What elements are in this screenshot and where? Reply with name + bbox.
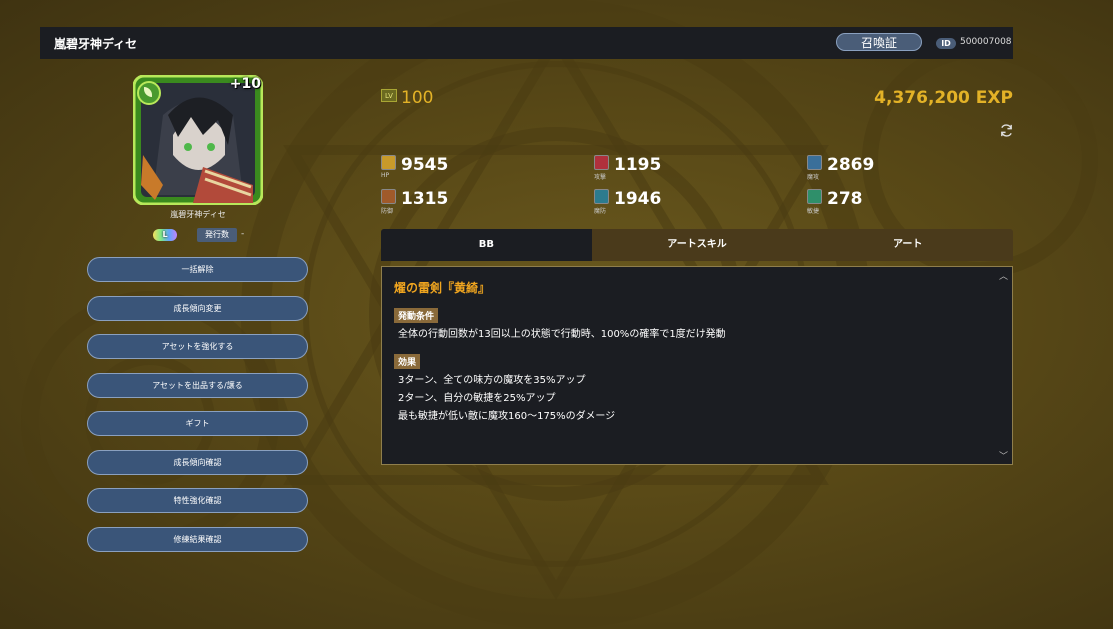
id-value: 500007008 [960, 37, 1012, 47]
change-growth-button[interactable]: 成長傾向変更 [87, 295, 308, 321]
tab-bb[interactable]: BB [381, 229, 592, 261]
tab-art-skill[interactable]: アートスキル [592, 229, 803, 261]
effect-line: 最も敏捷が低い敵に魔攻160～175%のダメージ [398, 411, 616, 422]
scroll-down-icon[interactable]: ﹀ [999, 449, 1008, 462]
stat-def: 防御 1315 [381, 189, 571, 221]
rarity-badge: L [153, 229, 177, 241]
effect-tag: 効果 [394, 354, 421, 369]
stat-atk: 攻撃 1195 [594, 155, 784, 187]
boot-icon [807, 189, 822, 204]
check-trait-button[interactable]: 特性強化確認 [87, 488, 308, 513]
unit-portrait[interactable]: +10 [132, 74, 264, 206]
refresh-icon[interactable] [999, 123, 1014, 138]
summon-certificate-button[interactable]: 召喚証 [836, 33, 922, 51]
stat-agi: 敏捷 278 [807, 189, 997, 221]
magic-shield-icon [594, 189, 609, 204]
issue-count-label: 発行数 [197, 228, 237, 242]
unit-name-label: 嵐碧牙神ディセ [170, 210, 226, 219]
tab-art[interactable]: アート [802, 229, 1013, 261]
effect-line: 3ターン、全ての味方の魔攻を35%アップ [398, 375, 586, 386]
stat-matk: 魔攻 2869 [807, 155, 997, 187]
skill-title: 燿の雷剣『黄綺』 [394, 281, 491, 295]
id-badge: ID [936, 38, 956, 49]
scroll-up-icon[interactable]: ︿ [999, 269, 1008, 282]
sword-icon [594, 155, 609, 170]
exp-value: 4,376,200 EXP [874, 88, 1013, 108]
hp-icon [381, 155, 396, 170]
gift-button[interactable]: ギフト [87, 411, 308, 436]
stat-value: 1946 [614, 189, 662, 209]
stat-value: 1195 [614, 155, 662, 175]
enhance-asset-button[interactable]: アセットを強化する [87, 334, 308, 359]
plus-level-badge: +10 [229, 76, 261, 92]
stat-mdef: 魔防 1946 [594, 189, 784, 221]
stat-value: 278 [827, 189, 863, 209]
level-value: 100 [401, 88, 434, 108]
header-unit-name: 嵐碧牙神ディセ [54, 36, 138, 51]
skill-tabs: BB アートスキル アート [381, 229, 1013, 261]
check-growth-button[interactable]: 成長傾向確認 [87, 449, 308, 475]
level-icon: LV [381, 89, 397, 102]
stat-hp: HP 9545 [381, 155, 571, 187]
skill-panel[interactable]: ︿ 燿の雷剣『黄綺』 発動条件 全体の行動回数が13回以上の状態で行動時、100… [381, 266, 1013, 465]
shield-icon [381, 189, 396, 204]
issue-count-value: - [241, 229, 245, 239]
action-button-list: 一括解除 成長傾向変更 アセットを強化する アセットを出品する/譲る ギフト 成… [87, 257, 308, 565]
check-training-button[interactable]: 修練結果確認 [87, 526, 308, 552]
effect-line: 2ターン、自分の敏捷を25%アップ [398, 393, 556, 404]
bulk-release-button[interactable]: 一括解除 [87, 257, 308, 282]
stat-value: 9545 [401, 155, 449, 175]
condition-tag: 発動条件 [394, 308, 439, 323]
leaf-icon [137, 81, 161, 105]
staff-icon [807, 155, 822, 170]
stat-value: 2869 [827, 155, 875, 175]
condition-text: 全体の行動回数が13回以上の状態で行動時、100%の確率で1度だけ発動 [398, 329, 726, 340]
stat-value: 1315 [401, 189, 449, 209]
list-asset-button[interactable]: アセットを出品する/譲る [87, 372, 308, 398]
header-bar: 嵐碧牙神ディセ 召喚証 ID 500007008 [40, 27, 1013, 59]
